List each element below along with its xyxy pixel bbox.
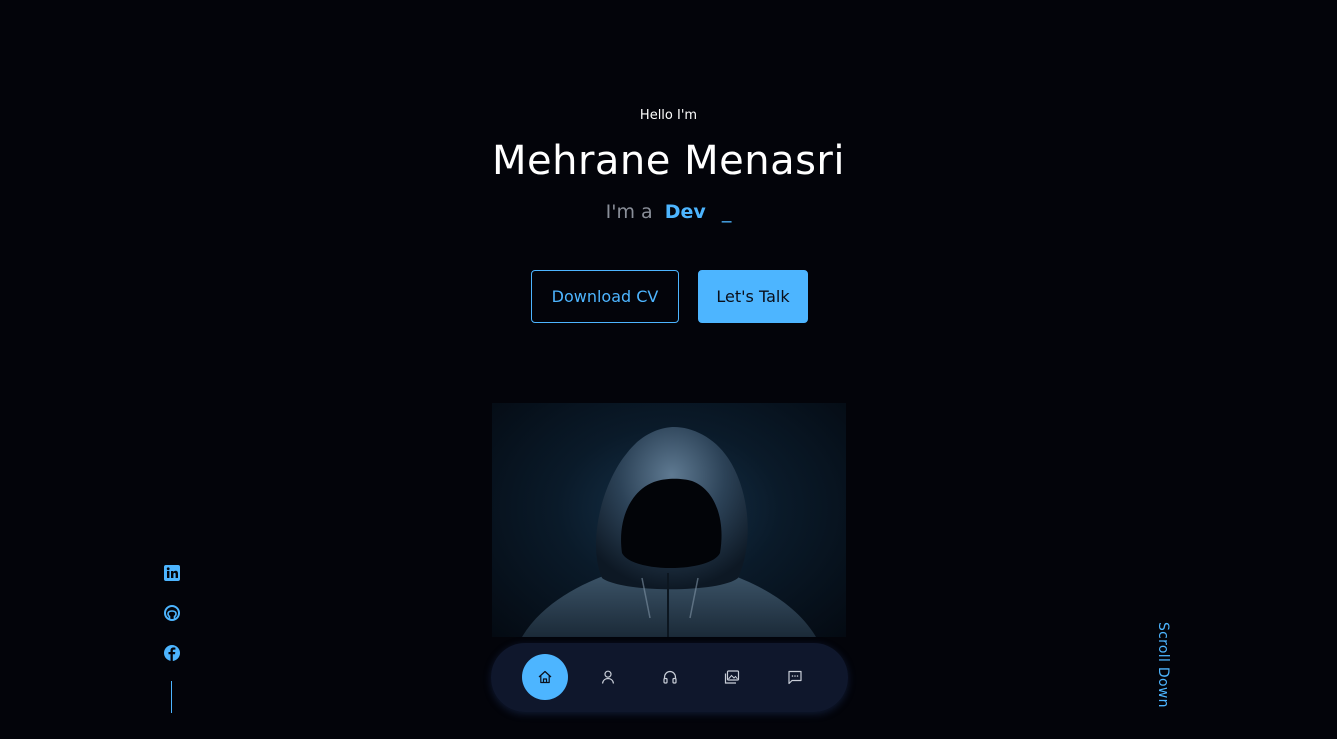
linkedin-icon[interactable] (163, 564, 181, 582)
nav-contact[interactable] (772, 654, 818, 700)
lets-talk-button[interactable]: Let's Talk (698, 270, 808, 323)
nav-services[interactable] (647, 654, 693, 700)
bottom-nav (491, 643, 848, 712)
greeting-text: Hello I'm (639, 108, 698, 123)
nav-portfolio[interactable] (709, 654, 755, 700)
user-icon (601, 670, 615, 684)
gallery-icon (724, 670, 740, 684)
message-icon (788, 670, 802, 685)
nav-about[interactable] (585, 654, 631, 700)
hero-page: Hello I'm Mehrane Menasri I'm a Dev _ Do… (0, 0, 1337, 739)
typing-cursor: _ (721, 201, 732, 223)
hero-name: Mehrane Menasri (492, 138, 845, 184)
role-prefix: I'm a (605, 201, 653, 223)
role-word: Dev (664, 201, 706, 223)
home-icon (538, 670, 552, 684)
role-line: I'm a Dev _ (0, 201, 1337, 223)
portrait-image (492, 403, 846, 637)
social-divider-line (171, 681, 172, 713)
facebook-icon[interactable] (163, 644, 181, 662)
download-cv-button[interactable]: Download CV (531, 270, 679, 323)
headphones-icon (663, 670, 677, 684)
hooded-figure-image (522, 427, 816, 637)
nav-home[interactable] (522, 654, 568, 700)
scroll-down-link[interactable]: Scroll Down (1155, 622, 1171, 708)
github-icon[interactable] (163, 604, 181, 622)
